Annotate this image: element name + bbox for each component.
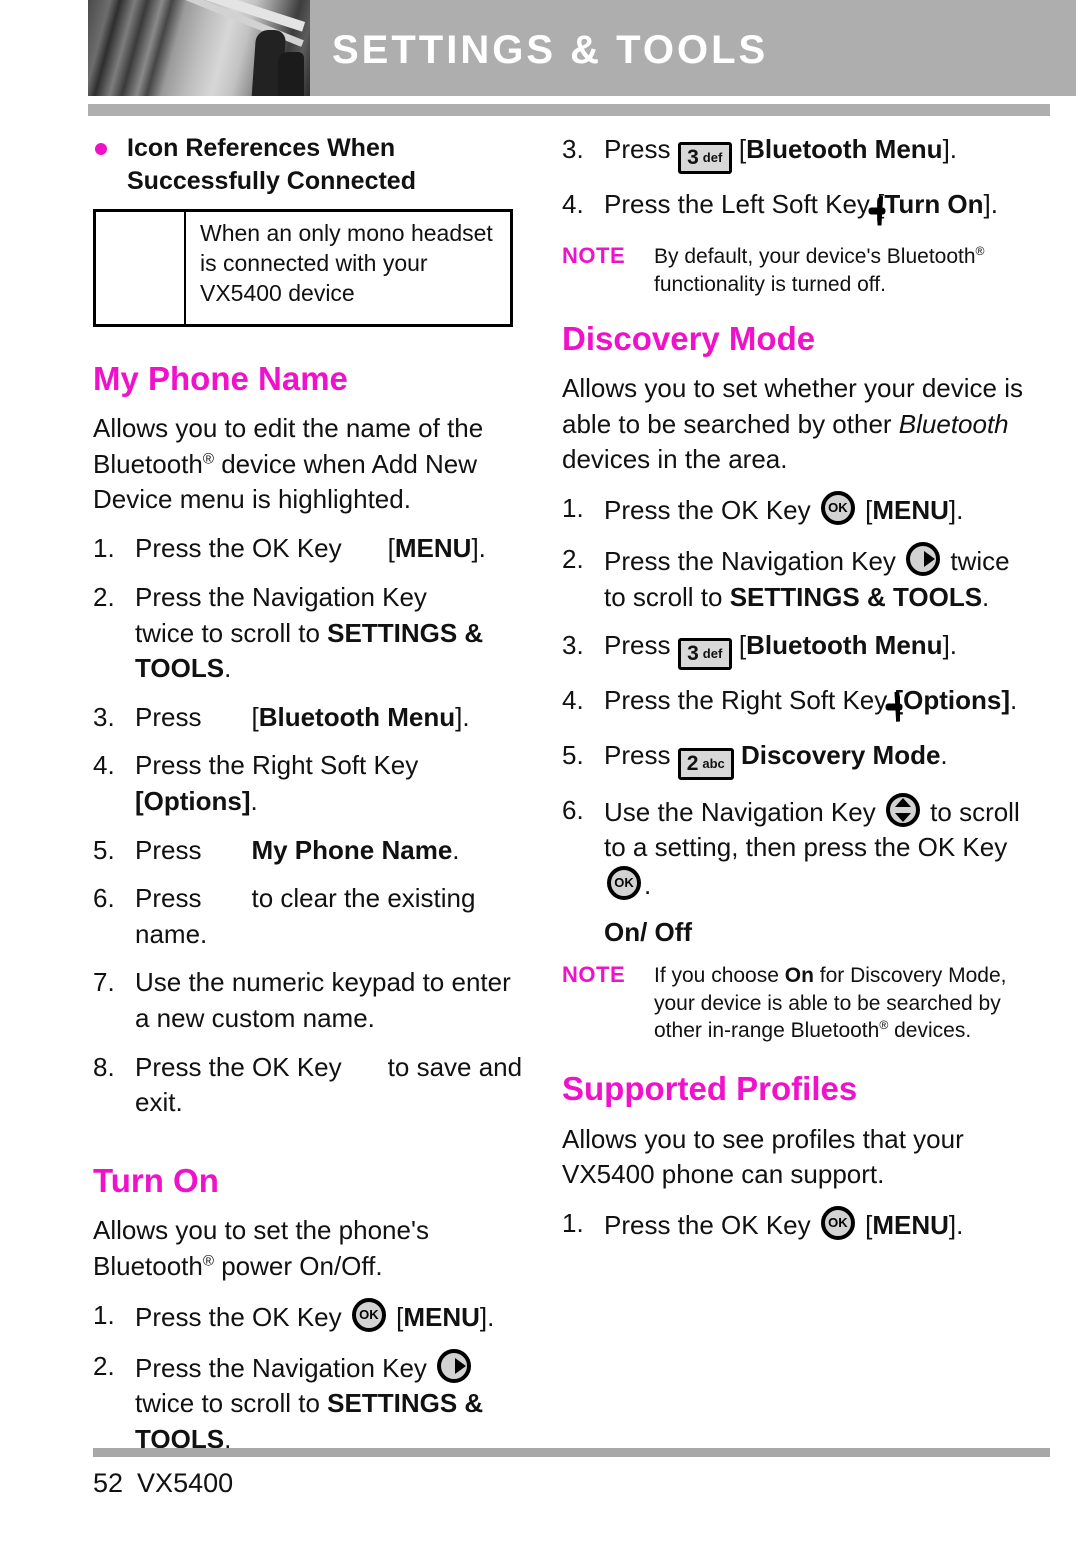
icon-reference-table: When an only mono headset is connected w… [93,209,513,327]
left-column: Icon References When Successfully Connec… [93,132,531,1470]
icon-references-heading: Icon References When Successfully Connec… [93,132,531,197]
icon-references-heading-line1: Icon References When [127,134,396,162]
note-text: If you choose On for Discovery Mode, you… [654,963,1007,1043]
section-title-supported-profiles: Supported Profiles [562,1070,858,1108]
section-title-turn-on: Turn On [93,1161,219,1199]
header-photo [88,0,310,96]
page-footer: 52 VX5400 [93,1468,233,1499]
step-number: 3. [562,630,584,661]
page-header: SETTINGS & TOOLS [0,0,1080,96]
step-number: 1. [562,493,584,524]
list-item: 3. Press 3 def [Bluetooth Menu]. [562,628,1030,670]
step-number: 5. [93,834,115,865]
navigation-key-updown-icon [885,792,920,827]
list-item: 1. Press the OK Key [MENU]. [93,531,531,567]
step-number: 8. [93,1051,115,1082]
key-digit: 3 [687,642,699,666]
navigation-key-right-icon [906,541,941,576]
discovery-mode-description: Allows you to set whether your device is… [562,373,1023,474]
list-item: 7. Use the numeric keypad to enter a new … [93,965,531,1036]
key-letters: def [702,149,723,165]
page-title: SETTINGS & TOOLS [332,28,769,72]
note-label: NOTE [562,961,626,987]
icon-references-heading-line2: Successfully Connected [127,166,416,195]
ok-key-icon [820,491,855,526]
list-item: 1.Press the OK Key [MENU]. [93,1297,531,1336]
step-number: 1. [93,1299,115,1330]
list-item: 1.Press the OK Key [MENU]. [562,1206,1030,1244]
list-item: 2. Press the Navigation Key twice to scro… [93,1348,484,1454]
step-number: 4. [562,684,584,715]
key-digit: 3 [687,146,699,169]
step-number: 2. [93,1350,115,1381]
footer-rule [93,1448,1050,1457]
navigation-key-right-icon [437,1348,472,1383]
key-letters: def [702,645,723,661]
note-text: By default, your device's Bluetooth® fun… [654,244,985,297]
bullet-dot-icon [95,143,107,155]
list-item: 4.Press the Left Soft Key [Turn On]. [562,187,1030,230]
turn-on-description: Allows you to set the phone's Bluetooth®… [93,1215,429,1281]
note-label: NOTE [562,243,626,269]
key-letters: abc [702,755,725,771]
key-2-abc-icon: 2 abc [677,747,734,780]
table-cell-icon [96,212,186,324]
key-digit: 2 [686,752,699,776]
right-edge-margin [1076,0,1080,1552]
supported-profiles-steps: 1.Press the OK Key [MENU]. [562,1206,1030,1244]
right-column: 3. Press 3 def [Bluetooth Menu]. 4. Press t… [562,132,1030,1257]
list-item: 4. Press the Right Soft Key [Options]. [562,683,1030,726]
ok-key-icon [820,1206,855,1241]
my-phone-name-description: Allows you to edit the name of the Bluet… [93,413,484,515]
supported-profiles-description: Allows you to see profiles that your VX5… [562,1123,964,1190]
page-number: 52 [93,1468,124,1498]
key-3-def-icon: 3 def [677,141,732,174]
step-number: 1. [93,533,115,564]
step-number: 5. [562,740,584,771]
list-item: 3. Press [Bluetooth Menu]. [93,700,531,736]
step-number: 6. [93,883,115,914]
list-item: 6. Use the Navigation Key to scroll to a … [562,792,1030,904]
step-number: 2. [562,543,584,574]
list-item: 2. Press the Navigation Keytwice to scrol… [93,581,484,684]
step-number: 3. [93,701,115,732]
note-discovery-mode: NOTE If you choose On for Discovery Mode… [562,962,1030,1046]
turn-on-steps: 1.Press the OK Key [MENU]. 2.Press the N… [93,1297,531,1457]
note-turn-on: NOTE By default, your device's Bluetooth… [562,243,1030,299]
step-number: 4. [562,188,584,219]
list-item: 5. Press 2 abc Discovery Mode. [562,738,1030,780]
footer-model: VX5400 [137,1468,234,1498]
my-phone-name-steps: 1. Press the OK Key [MENU]. 2. Press the Na… [93,531,531,1121]
discovery-mode-subheading: On/ Off [604,916,693,947]
step-number: 7. [93,967,115,998]
step-number: 3. [562,134,584,164]
table-cell-description: When an only mono headset is connected w… [200,220,493,306]
list-item: 8. Press the OK Key to save and exit. [93,1051,523,1118]
step-text: Use the numeric keypad to enter a new cu… [135,967,511,1034]
section-title-discovery-mode: Discovery Mode [562,319,816,357]
list-item: 5. Press My Phone Name. [93,833,531,869]
list-item: 1.Press the OK Key [MENU]. [562,491,1030,529]
list-item: 3. Press 3 def [Bluetooth Menu]. [562,132,1030,174]
list-item: 4. Press the Right Soft Key[Options]. [93,750,419,817]
section-title-my-phone-name: My Phone Name [93,360,348,397]
step-number: 6. [562,794,584,825]
step-number: 1. [562,1208,584,1239]
step-number: 2. [93,581,115,612]
list-item: 2. Press the Navigation Key twice to scro… [562,541,1010,612]
turn-on-steps-continued: 3. Press 3 def [Bluetooth Menu]. 4. Press t… [562,132,1030,229]
list-item: 6. Press to clear the existing name. [93,883,476,949]
key-3-def-icon: 3 def [677,637,732,670]
photo-figure-2 [278,52,304,96]
step-number: 4. [93,750,115,781]
bluetooth-italic: Bluetooth [898,408,1009,439]
ok-key-icon [607,865,641,900]
discovery-mode-steps: 1.Press the OK Key [MENU]. 2.Press the N… [562,491,1030,903]
ok-key-icon [351,1297,386,1332]
header-rule [88,104,1050,116]
